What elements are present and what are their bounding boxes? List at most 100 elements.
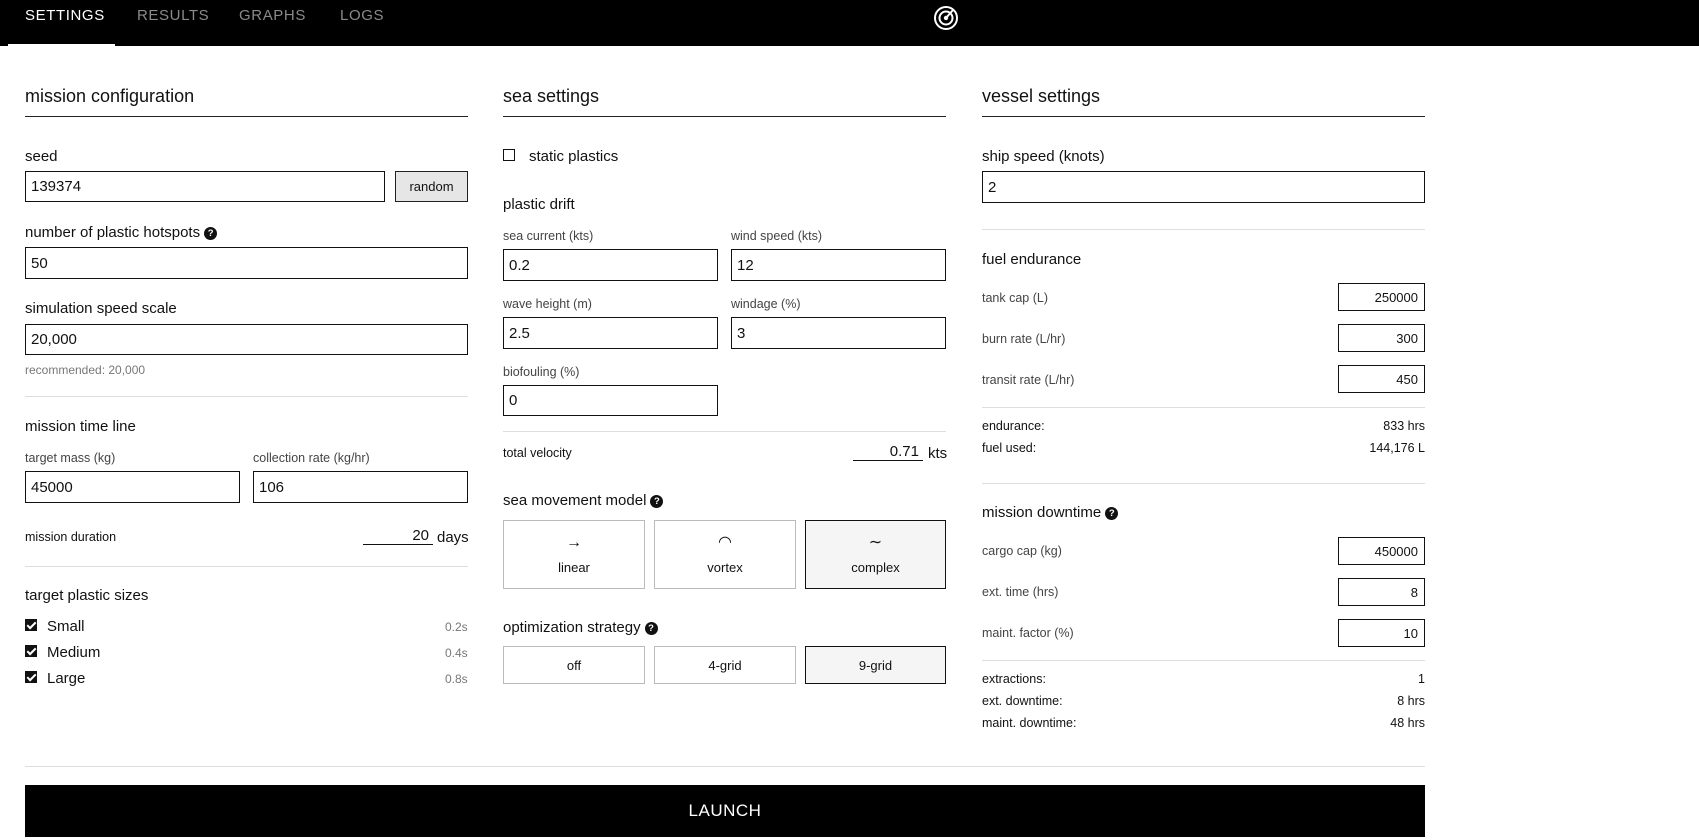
sea-settings-title: sea settings: [503, 86, 600, 106]
sea-current-label: sea current (kts): [503, 229, 594, 243]
endurance-label: endurance:: [982, 419, 1045, 433]
target-mass-label: target mass (kg): [25, 451, 116, 465]
mission-downtime-title: mission downtime?: [982, 504, 1119, 521]
hotspots-label: number of plastic hotspots?: [25, 224, 218, 241]
biofouling-label: biofouling (%): [503, 365, 580, 379]
divider: [503, 116, 946, 117]
vessel-settings-title: vessel settings: [982, 86, 1101, 106]
wind-speed-label: wind speed (kts): [731, 229, 823, 243]
divider: [25, 766, 1425, 767]
divider: [982, 407, 1425, 408]
collection-rate-label: collection rate (kg/hr): [253, 451, 370, 465]
help-icon[interactable]: ?: [650, 495, 664, 508]
recommended-hint: recommended: 20,000: [25, 363, 146, 377]
divider: [503, 431, 946, 432]
movement-linear-option[interactable]: → linear: [503, 520, 645, 589]
cargo-cap-input[interactable]: 450000: [1338, 537, 1425, 565]
burn-rate-input[interactable]: 300: [1338, 324, 1425, 352]
extractions-label: extractions:: [982, 672, 1046, 686]
transit-rate-label: transit rate (L/hr): [982, 373, 1075, 387]
maint-downtime-label: maint. downtime:: [982, 716, 1077, 730]
cargo-cap-label: cargo cap (kg): [982, 544, 1062, 558]
optimization-9grid-option[interactable]: 9-grid: [805, 646, 946, 684]
wave-icon: ∼: [868, 534, 883, 551]
timeline-title: mission time line: [25, 418, 136, 435]
fuel-endurance-title: fuel endurance: [982, 251, 1082, 268]
ship-speed-input[interactable]: 2: [982, 171, 1425, 203]
plastic-sizes-title: target plastic sizes: [25, 587, 149, 604]
maint-downtime-value: 48 hrs: [1390, 716, 1425, 730]
size-medium-checkbox[interactable]: [25, 645, 37, 657]
tab-results[interactable]: RESULTS: [137, 0, 209, 46]
movement-vortex-option[interactable]: ◠ vortex: [654, 520, 796, 589]
divider: [25, 566, 468, 567]
random-seed-button[interactable]: random: [395, 171, 468, 202]
total-velocity-label: total velocity: [503, 446, 572, 460]
wave-height-label: wave height (m): [503, 297, 592, 311]
hotspots-input[interactable]: 50: [25, 247, 468, 279]
fuel-used-value: 144,176 L: [1369, 441, 1425, 455]
ext-time-input[interactable]: 8: [1338, 578, 1425, 606]
ext-time-label: ext. time (hrs): [982, 585, 1059, 599]
size-small-value: 0.2s: [445, 620, 468, 634]
target-icon: [934, 6, 958, 30]
tab-settings[interactable]: SETTINGS: [25, 0, 105, 46]
movement-vortex-label: vortex: [707, 560, 743, 575]
biofouling-input[interactable]: 0: [503, 385, 718, 416]
total-velocity-value: 0.71: [853, 443, 923, 461]
mission-duration-value: 20: [363, 527, 433, 545]
maint-factor-input[interactable]: 10: [1338, 619, 1425, 647]
tab-graphs[interactable]: GRAPHS: [239, 0, 306, 46]
movement-model-title: sea movement model?: [503, 492, 664, 509]
windage-label: windage (%): [731, 297, 801, 311]
target-mass-input[interactable]: 45000: [25, 471, 240, 503]
fuel-used-label: fuel used:: [982, 441, 1037, 455]
speed-scale-input[interactable]: 20,000: [25, 324, 468, 355]
active-tab-indicator: [8, 44, 115, 46]
maint-factor-label: maint. factor (%): [982, 626, 1074, 640]
help-icon[interactable]: ?: [644, 622, 658, 635]
divider: [25, 116, 468, 117]
movement-complex-option[interactable]: ∼ complex: [805, 520, 946, 589]
total-velocity-unit: kts: [928, 445, 948, 462]
static-plastics-checkbox[interactable]: [503, 149, 515, 161]
collection-rate-input[interactable]: 106: [253, 471, 468, 503]
optimization-4grid-option[interactable]: 4-grid: [654, 646, 796, 684]
ext-downtime-label: ext. downtime:: [982, 694, 1063, 708]
sea-current-input[interactable]: 0.2: [503, 249, 718, 281]
help-icon[interactable]: ?: [204, 227, 218, 240]
divider: [982, 116, 1425, 117]
help-icon[interactable]: ?: [1105, 507, 1119, 520]
top-nav: SETTINGS RESULTS GRAPHS LOGS: [0, 0, 1699, 46]
movement-complex-label: complex: [851, 560, 900, 575]
size-large-checkbox[interactable]: [25, 671, 37, 683]
tab-logs[interactable]: LOGS: [340, 0, 384, 46]
windage-input[interactable]: 3: [731, 317, 946, 349]
launch-button[interactable]: LAUNCH: [25, 785, 1425, 837]
optimization-off-option[interactable]: off: [503, 646, 645, 684]
extractions-value: 1: [1418, 672, 1425, 686]
plastic-drift-title: plastic drift: [503, 196, 575, 213]
size-medium-label: Medium: [47, 644, 101, 661]
tank-cap-input[interactable]: 250000: [1338, 283, 1425, 311]
speed-scale-label: simulation speed scale: [25, 300, 177, 317]
divider: [982, 229, 1425, 230]
transit-rate-input[interactable]: 450: [1338, 365, 1425, 393]
mission-config-title: mission configuration: [25, 86, 195, 106]
size-small-checkbox[interactable]: [25, 619, 37, 631]
endurance-value: 833 hrs: [1383, 419, 1425, 433]
arrow-right-icon: →: [566, 534, 582, 551]
wind-speed-input[interactable]: 12: [731, 249, 946, 281]
movement-linear-label: linear: [558, 560, 590, 575]
divider: [25, 396, 468, 397]
tank-cap-label: tank cap (L): [982, 291, 1049, 305]
static-plastics-label: static plastics: [529, 148, 619, 165]
ext-downtime-value: 8 hrs: [1397, 694, 1425, 708]
ship-speed-label: ship speed (knots): [982, 148, 1105, 165]
seed-input[interactable]: 139374: [25, 171, 385, 202]
wave-height-input[interactable]: 2.5: [503, 317, 718, 349]
size-large-value: 0.8s: [445, 672, 468, 686]
size-medium-value: 0.4s: [445, 646, 468, 660]
divider: [982, 660, 1425, 661]
arc-icon: ◠: [718, 534, 732, 551]
